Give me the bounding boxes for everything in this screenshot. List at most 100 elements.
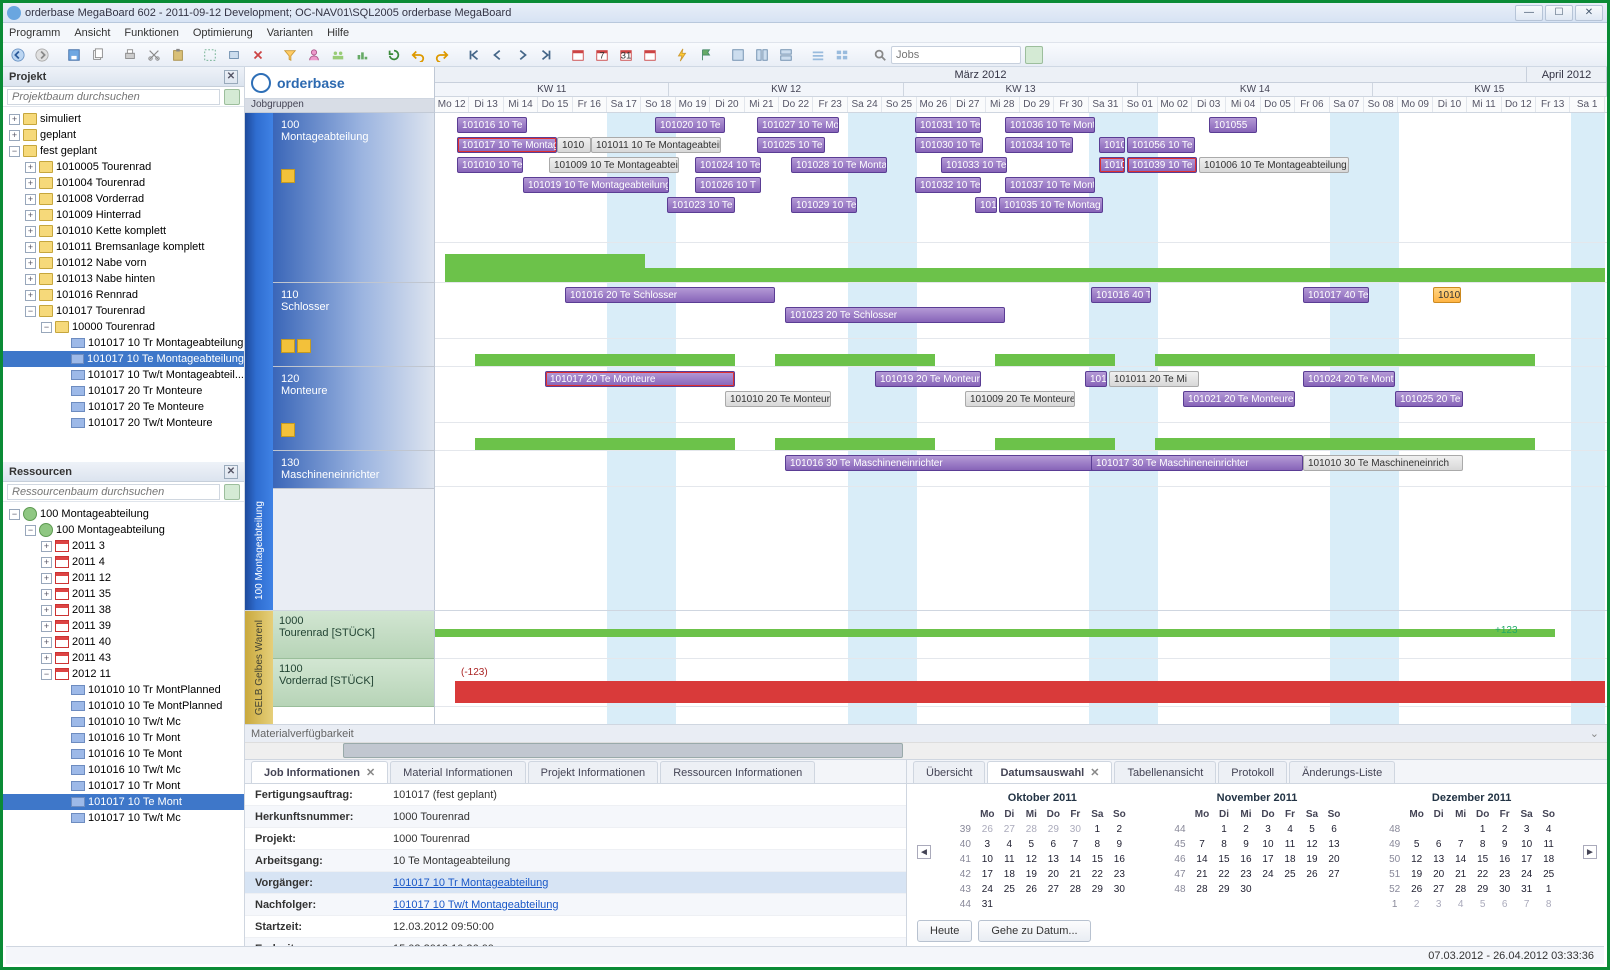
- gantt-task[interactable]: 101017 10 Te Montage: [457, 137, 557, 153]
- toolbar-search-go[interactable]: [1025, 46, 1043, 64]
- calendar-day[interactable]: [1086, 897, 1108, 912]
- gantt-task[interactable]: 101009 10 Te Montageabteilu: [549, 157, 679, 173]
- gantt-task[interactable]: 101056 10 Te: [1127, 137, 1195, 153]
- tab[interactable]: Änderungs-Liste: [1289, 761, 1395, 783]
- filter-icon[interactable]: [279, 45, 301, 65]
- resource-search-input[interactable]: [7, 484, 220, 500]
- calendar-day[interactable]: 10: [1516, 837, 1538, 852]
- calendar-day[interactable]: 29: [1472, 882, 1494, 897]
- expand-icon[interactable]: +: [25, 242, 36, 253]
- calendar-day[interactable]: 6: [1042, 837, 1064, 852]
- calendar-day[interactable]: 28: [1191, 882, 1213, 897]
- calendar-day[interactable]: 18: [998, 867, 1020, 882]
- print-icon[interactable]: [119, 45, 141, 65]
- calendar-day[interactable]: 8: [1538, 897, 1560, 912]
- calendar-day[interactable]: 17: [1516, 852, 1538, 867]
- gantt-task[interactable]: 101021 20 Te Monteure: [1183, 391, 1295, 407]
- gantt-task[interactable]: 101032 10 Te: [915, 177, 981, 193]
- expand-icon[interactable]: +: [41, 589, 52, 600]
- calendar-day[interactable]: 15: [1086, 852, 1108, 867]
- expand-icon[interactable]: +: [41, 653, 52, 664]
- tree-node[interactable]: +2011 38: [3, 602, 244, 618]
- gantt-task[interactable]: 101019 20 Te Monteure: [875, 371, 981, 387]
- gantt-task[interactable]: 101024 20 Te Monte: [1303, 371, 1395, 387]
- calendar-day[interactable]: 14: [1064, 852, 1086, 867]
- calendar-day[interactable]: 7: [1516, 897, 1538, 912]
- calendar-day[interactable]: [1450, 822, 1472, 837]
- calendar-day[interactable]: 16: [1108, 852, 1130, 867]
- goto-date-button[interactable]: Gehe zu Datum...: [978, 920, 1090, 942]
- tree-node[interactable]: 101017 20 Tw/t Monteure: [3, 415, 244, 431]
- calendar-day[interactable]: 1: [1213, 822, 1235, 837]
- gantt-task[interactable]: 101027 10 Te Montageabt: [757, 117, 839, 133]
- tree-node[interactable]: +2011 43: [3, 650, 244, 666]
- gantt-task[interactable]: 1010: [1085, 371, 1107, 387]
- view1-icon[interactable]: [727, 45, 749, 65]
- info-value[interactable]: 101017 10 Tw/t Montageabteilung: [385, 899, 559, 911]
- redo-icon[interactable]: [431, 45, 453, 65]
- first-icon[interactable]: [463, 45, 485, 65]
- calendar-day[interactable]: 7: [1064, 837, 1086, 852]
- expand-icon[interactable]: +: [41, 605, 52, 616]
- tree-node[interactable]: +101012 Nabe vorn: [3, 255, 244, 271]
- gantt-task[interactable]: 101019 10 Te Montageabteilung: [523, 177, 669, 193]
- calendar-day[interactable]: [1301, 882, 1323, 897]
- calendar-day[interactable]: 9: [1108, 837, 1130, 852]
- tab[interactable]: Projekt Informationen: [528, 761, 659, 783]
- calendar-day[interactable]: 13: [1323, 837, 1345, 852]
- calendar-day[interactable]: 5: [1472, 897, 1494, 912]
- calendar-day[interactable]: 12: [1301, 837, 1323, 852]
- gantt-task[interactable]: 101039 10 Te: [1127, 157, 1197, 173]
- calendar-day[interactable]: 6: [1494, 897, 1516, 912]
- last-icon[interactable]: [535, 45, 557, 65]
- gantt-task[interactable]: 101023 20 Te Schlosser: [785, 307, 1005, 323]
- tab[interactable]: Protokoll: [1218, 761, 1287, 783]
- expand-icon[interactable]: +: [25, 162, 36, 173]
- calendar-day[interactable]: 24: [976, 882, 998, 897]
- tree-node[interactable]: +1010005 Tourenrad: [3, 159, 244, 175]
- calendar-day[interactable]: 30: [1108, 882, 1130, 897]
- gantt-task[interactable]: 101028 10 Te Montag: [791, 157, 887, 173]
- gantt-task[interactable]: 101026 10 T: [695, 177, 761, 193]
- user-icon[interactable]: [303, 45, 325, 65]
- calendar-day[interactable]: 31: [1516, 882, 1538, 897]
- gantt-task[interactable]: 101020 10 Te: [655, 117, 725, 133]
- gantt-task[interactable]: 101011 10 Te Montageabteilung: [591, 137, 721, 153]
- calendar-day[interactable]: [1042, 897, 1064, 912]
- select-icon[interactable]: [199, 45, 221, 65]
- tree-node[interactable]: −101017 Tourenrad: [3, 303, 244, 319]
- calendar-day[interactable]: 17: [1257, 852, 1279, 867]
- prev-icon[interactable]: [487, 45, 509, 65]
- tree-node[interactable]: +geplant: [3, 127, 244, 143]
- calendar-day[interactable]: 3: [1257, 822, 1279, 837]
- tree-node[interactable]: 101017 10 Te Mont: [3, 794, 244, 810]
- calendar-day[interactable]: 27: [1042, 882, 1064, 897]
- expand-icon[interactable]: +: [9, 114, 20, 125]
- tree-node[interactable]: 101016 10 Tw/t Mc: [3, 762, 244, 778]
- calendar-day[interactable]: 11: [998, 852, 1020, 867]
- calendar-day[interactable]: 30: [1064, 822, 1086, 837]
- cut-icon[interactable]: [143, 45, 165, 65]
- tab[interactable]: Job Informationen✕: [251, 761, 388, 783]
- expand-icon[interactable]: +: [25, 290, 36, 301]
- gantt-task[interactable]: 101036 10 Te Montageabteil: [1005, 117, 1095, 133]
- expand-icon[interactable]: +: [25, 178, 36, 189]
- close-button[interactable]: ✕: [1575, 5, 1603, 21]
- tree-node[interactable]: 101017 10 Tw/t Mc: [3, 810, 244, 826]
- calendar-day[interactable]: 14: [1191, 852, 1213, 867]
- gantt-task[interactable]: 101037 10 Te Montag: [1005, 177, 1095, 193]
- calendar-day[interactable]: 26: [1020, 882, 1042, 897]
- calendar-day[interactable]: 19: [1020, 867, 1042, 882]
- tree-node[interactable]: +2011 35: [3, 586, 244, 602]
- gantt-task[interactable]: 101025 20 Te: [1395, 391, 1463, 407]
- calendar-day[interactable]: 4: [1538, 822, 1560, 837]
- menu-funktionen[interactable]: Funktionen: [124, 27, 178, 39]
- calendar-day[interactable]: 2: [1108, 822, 1130, 837]
- calendar-day[interactable]: 30: [1494, 882, 1516, 897]
- calendar-day[interactable]: 8: [1213, 837, 1235, 852]
- calendar-day[interactable]: 15: [1213, 852, 1235, 867]
- tab[interactable]: Übersicht: [913, 761, 985, 783]
- calendar-day[interactable]: 20: [1428, 867, 1450, 882]
- next-icon[interactable]: [511, 45, 533, 65]
- gantt-task[interactable]: 101055: [1209, 117, 1257, 133]
